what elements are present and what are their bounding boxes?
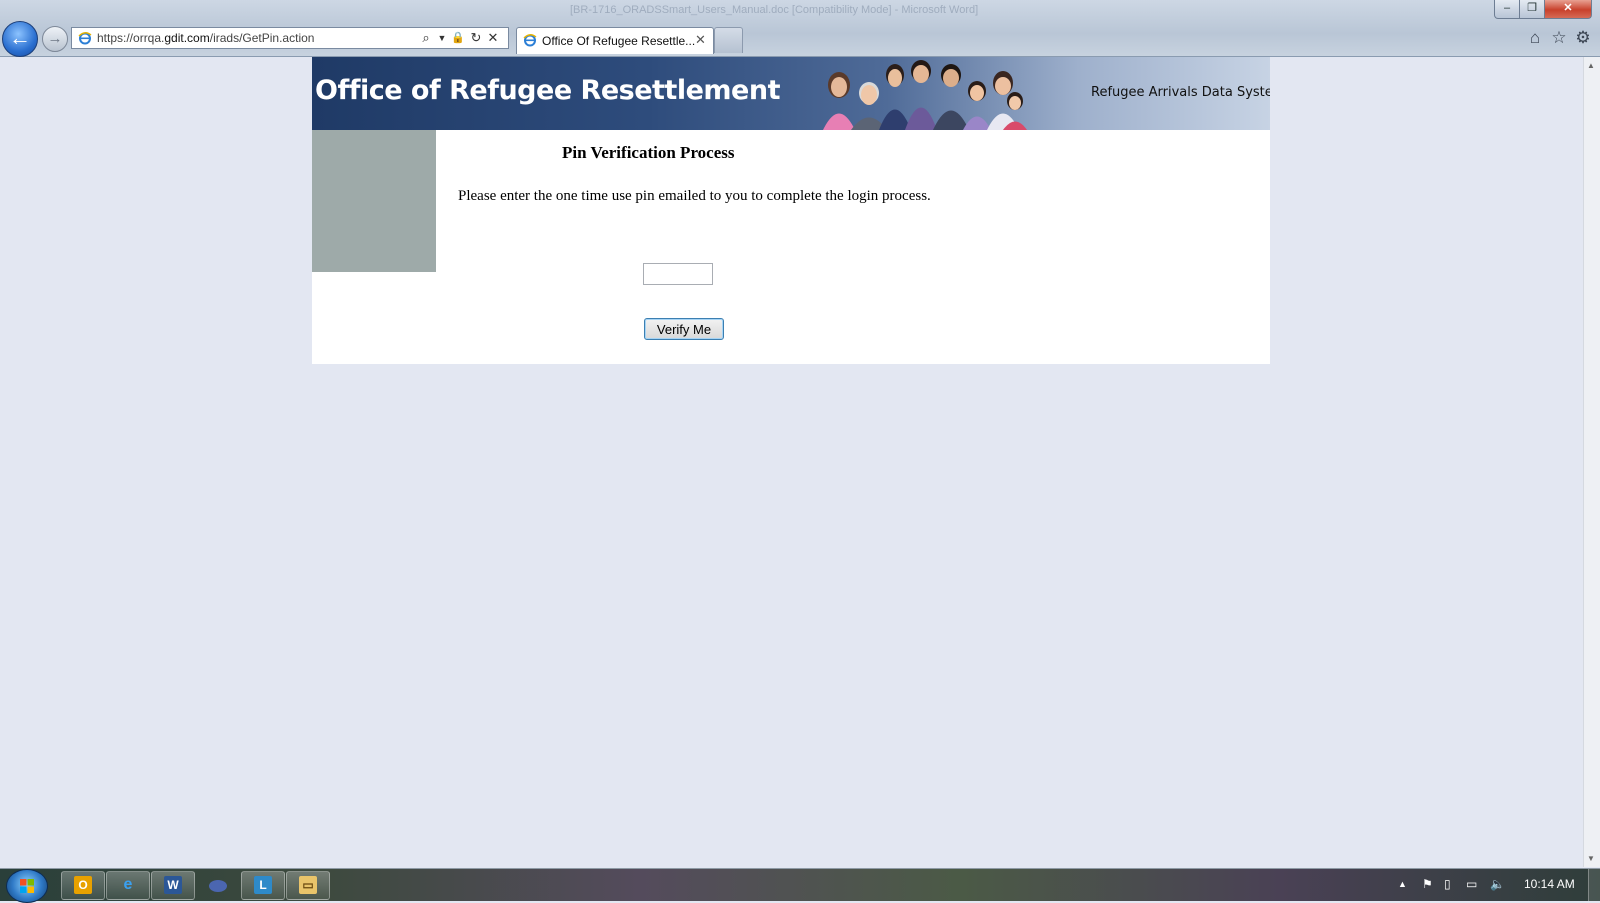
url-domain: gdit.com: [164, 31, 210, 45]
volume-icon[interactable]: 🔈: [1490, 877, 1505, 891]
back-button[interactable]: ←: [2, 21, 38, 57]
banner-title: Office of Refugee Resettlement: [315, 75, 780, 106]
address-bar[interactable]: https://orrqa.gdit.com/irads/GetPin.acti…: [71, 27, 509, 49]
content-container: Office of Refugee Resettlement Refugee A…: [312, 57, 1270, 364]
scroll-down-icon[interactable]: ▼: [1587, 854, 1595, 863]
windows-logo-icon: [20, 879, 34, 893]
vertical-scrollbar[interactable]: ▲ ▼: [1583, 57, 1600, 867]
page-viewport: Office of Refugee Resettlement Refugee A…: [0, 57, 1583, 867]
maximize-button[interactable]: ❐: [1519, 0, 1545, 19]
close-window-button[interactable]: ✕: [1544, 0, 1592, 19]
taskbar-word[interactable]: W: [151, 871, 195, 900]
taskbar-outlook[interactable]: O: [61, 871, 105, 900]
search-icon[interactable]: ⌕: [418, 30, 434, 46]
home-icon[interactable]: ⌂: [1525, 28, 1545, 48]
show-desktop-button[interactable]: [1588, 869, 1600, 901]
power-icon[interactable]: ▯: [1444, 877, 1451, 891]
word-icon: W: [164, 876, 182, 894]
network-icon[interactable]: ▭: [1466, 877, 1477, 891]
window-title: [BR-1716_ORADSSmart_Users_Manual.doc [Co…: [570, 4, 979, 16]
family-photo: [823, 60, 1027, 130]
new-tab-button[interactable]: [714, 27, 743, 53]
page-title: Pin Verification Process: [562, 143, 735, 162]
taskbar: O e W L ▭ ▲ ⚑ ▯ ▭ 🔈 10:14 AM: [0, 868, 1600, 903]
tab-active[interactable]: Office Of Refugee Resettle... ✕: [516, 27, 714, 54]
lync-2-icon: L: [254, 876, 272, 894]
taskbar-lync-2[interactable]: L: [241, 871, 285, 900]
action-center-flag-icon[interactable]: ⚑: [1422, 877, 1433, 891]
verify-button[interactable]: Verify Me: [644, 318, 724, 340]
stop-icon[interactable]: ✕: [485, 30, 501, 46]
ie-page-icon: [523, 34, 537, 47]
tray-expand-icon[interactable]: ▲: [1398, 879, 1407, 889]
taskbar-clock[interactable]: 10:14 AM: [1524, 877, 1575, 891]
ie-page-icon: [78, 32, 92, 45]
browser-chrome: [BR-1716_ORADSSmart_Users_Manual.doc [Co…: [0, 0, 1600, 57]
taskbar-internet-explorer[interactable]: e: [106, 871, 150, 900]
outlook-icon: O: [74, 876, 92, 894]
minimize-button[interactable]: –: [1494, 0, 1520, 19]
banner-subtitle: Refugee Arrivals Data System: [1091, 85, 1270, 100]
taskbar-lync[interactable]: [196, 871, 240, 900]
tab-close-icon[interactable]: ✕: [695, 32, 706, 48]
internet-explorer-icon: e: [123, 876, 133, 893]
url-prefix: https://orrqa.: [97, 31, 165, 45]
favorites-icon[interactable]: ☆: [1549, 28, 1569, 48]
address-url[interactable]: https://orrqa.gdit.com/irads/GetPin.acti…: [97, 31, 314, 45]
gear-icon[interactable]: ⚙: [1573, 28, 1593, 48]
dropdown-arrow-icon[interactable]: ▼: [434, 30, 450, 46]
lync-icon: [209, 880, 227, 892]
pin-input[interactable]: [643, 263, 713, 285]
left-sidebar-block: [312, 130, 436, 272]
url-path: /irads/GetPin.action: [209, 31, 315, 45]
file-explorer-icon: ▭: [299, 876, 317, 894]
refresh-icon[interactable]: ↻: [468, 30, 484, 46]
lock-icon[interactable]: 🔒: [450, 30, 466, 46]
header-banner: Office of Refugee Resettlement Refugee A…: [312, 57, 1270, 130]
tab-label: Office Of Refugee Resettle...: [542, 34, 696, 48]
start-button[interactable]: [6, 869, 48, 903]
scroll-up-icon[interactable]: ▲: [1587, 61, 1595, 70]
taskbar-file-explorer[interactable]: ▭: [286, 871, 330, 900]
instructions-text: Please enter the one time use pin emaile…: [458, 188, 931, 204]
forward-button[interactable]: →: [42, 26, 68, 52]
